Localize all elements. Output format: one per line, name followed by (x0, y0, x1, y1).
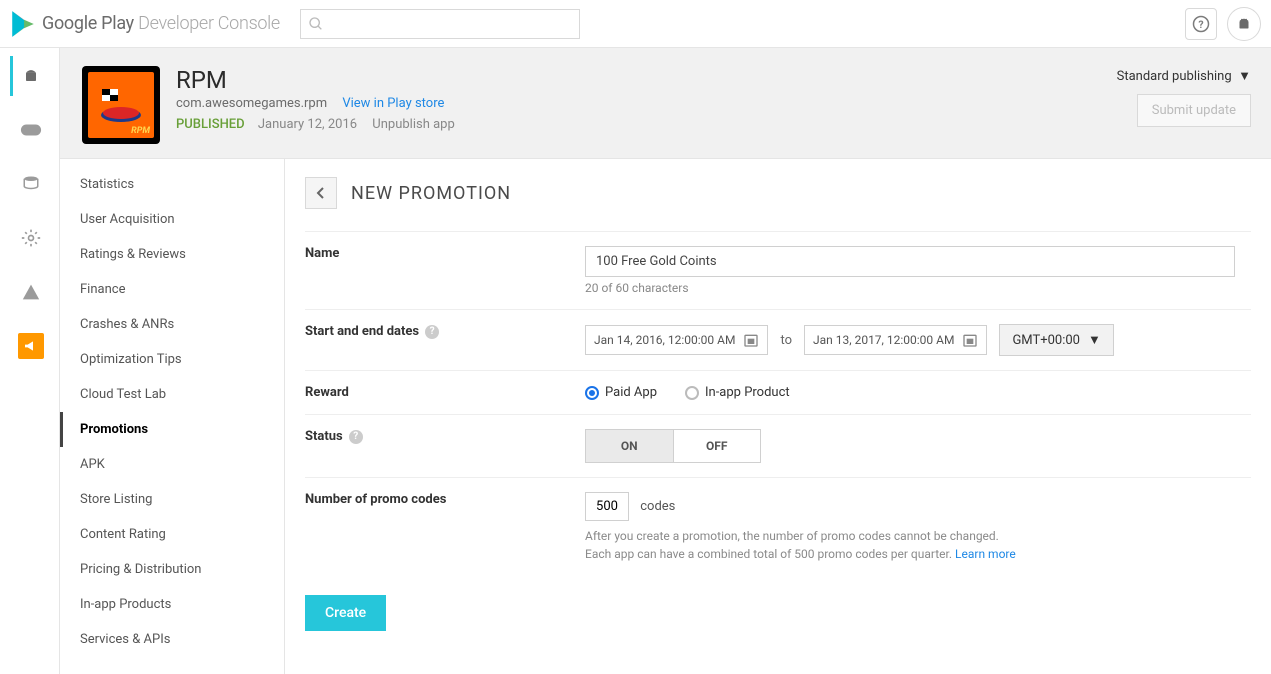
left-rail (0, 48, 60, 674)
app-icon: RPM (82, 66, 160, 144)
brand-text: Google Play Developer Console (42, 13, 280, 34)
sidebar-item-content-rating[interactable]: Content Rating (60, 517, 284, 552)
search-box (300, 9, 580, 39)
status-off-button[interactable]: OFF (673, 430, 761, 462)
dates-to-label: to (780, 333, 792, 348)
rail-alerts[interactable] (10, 272, 50, 312)
promo-codes-input[interactable] (585, 492, 629, 521)
help-icon[interactable]: ? (425, 325, 439, 339)
timezone-select[interactable]: GMT+00:00▼ (999, 324, 1113, 356)
radio-checked-icon (585, 386, 599, 400)
publishing-mode-dropdown[interactable]: Standard publishing ▼ (1117, 68, 1251, 84)
android-icon (1235, 15, 1253, 33)
back-button[interactable] (305, 177, 337, 209)
rail-apps[interactable] (10, 56, 50, 96)
top-right: ? (1185, 7, 1261, 41)
app-meta: RPM com.awesomegames.rpm View in Play st… (176, 66, 455, 132)
sidebar-item-finance[interactable]: Finance (60, 272, 284, 307)
calendar-icon (962, 332, 978, 348)
help-button[interactable]: ? (1185, 8, 1217, 40)
codes-note-1: After you create a promotion, the number… (585, 529, 999, 543)
sidebar-item-apk[interactable]: APK (60, 447, 284, 482)
name-label: Name (305, 246, 585, 261)
sidebar-item-in-app-products[interactable]: In-app Products (60, 587, 284, 622)
status-on-button[interactable]: ON (586, 430, 673, 462)
page-title: NEW PROMOTION (351, 183, 511, 204)
submit-update-button[interactable]: Submit update (1137, 94, 1251, 127)
learn-more-link[interactable]: Learn more (955, 547, 1016, 561)
sidebar-item-ratings-reviews[interactable]: Ratings & Reviews (60, 237, 284, 272)
rail-settings[interactable] (10, 218, 50, 258)
play-logo-icon (10, 10, 36, 38)
status-toggle: ON OFF (585, 429, 761, 463)
codes-note-2: Each app can have a combined total of 50… (585, 547, 952, 561)
unpublish-link[interactable]: Unpublish app (372, 117, 454, 132)
sidebar-item-cloud-test-lab[interactable]: Cloud Test Lab (60, 377, 284, 412)
top-bar: Google Play Developer Console ? (0, 0, 1271, 48)
rail-games[interactable] (10, 110, 50, 150)
sidebar-item-user-acquisition[interactable]: User Acquisition (60, 202, 284, 237)
app-title: RPM (176, 66, 455, 94)
reward-radio-paid-app[interactable]: Paid App (585, 385, 657, 400)
content-area: NEW PROMOTION Name 20 of 60 characters S… (285, 159, 1271, 674)
svg-text:?: ? (1198, 17, 1203, 30)
dates-label: Start and end dates (305, 324, 419, 339)
publish-date: January 12, 2016 (258, 117, 357, 132)
rail-announcements[interactable] (10, 326, 50, 366)
package-name: com.awesomegames.rpm (176, 96, 327, 111)
rail-reports[interactable] (10, 164, 50, 204)
create-button[interactable]: Create (305, 595, 386, 631)
view-in-store-link[interactable]: View in Play store (342, 96, 444, 111)
chevron-down-icon: ▼ (1088, 332, 1101, 348)
logo[interactable]: Google Play Developer Console (10, 10, 280, 38)
app-sidebar: Statistics User Acquisition Ratings & Re… (60, 159, 285, 674)
sidebar-item-promotions[interactable]: Promotions (60, 412, 284, 447)
end-date-input[interactable]: Jan 13, 2017, 12:00:00 AM (804, 325, 987, 355)
publish-status: PUBLISHED (176, 117, 245, 132)
help-icon: ? (1192, 15, 1210, 33)
name-char-counter: 20 of 60 characters (585, 281, 1251, 295)
search-input[interactable] (300, 9, 580, 39)
radio-unchecked-icon (685, 386, 699, 400)
start-date-input[interactable]: Jan 14, 2016, 12:00:00 AM (585, 325, 768, 355)
status-label: Status (305, 429, 343, 444)
sidebar-item-statistics[interactable]: Statistics (60, 167, 284, 202)
help-icon[interactable]: ? (349, 430, 363, 444)
app-header: RPM RPM com.awesomegames.rpm View in Pla… (60, 48, 1271, 159)
promo-codes-label: Number of promo codes (305, 492, 585, 507)
calendar-icon (743, 332, 759, 348)
sidebar-item-pricing-distribution[interactable]: Pricing & Distribution (60, 552, 284, 587)
codes-suffix: codes (640, 499, 675, 514)
megaphone-icon (18, 333, 44, 359)
account-avatar[interactable] (1227, 7, 1261, 41)
reward-label: Reward (305, 385, 585, 400)
search-icon (308, 16, 324, 32)
sidebar-item-crashes-anrs[interactable]: Crashes & ANRs (60, 307, 284, 342)
chevron-left-icon (316, 186, 326, 200)
sidebar-item-store-listing[interactable]: Store Listing (60, 482, 284, 517)
promotion-name-input[interactable] (585, 246, 1235, 277)
sidebar-item-optimization-tips[interactable]: Optimization Tips (60, 342, 284, 377)
sidebar-item-services-apis[interactable]: Services & APIs (60, 622, 284, 657)
reward-radio-in-app-product[interactable]: In-app Product (685, 385, 790, 400)
